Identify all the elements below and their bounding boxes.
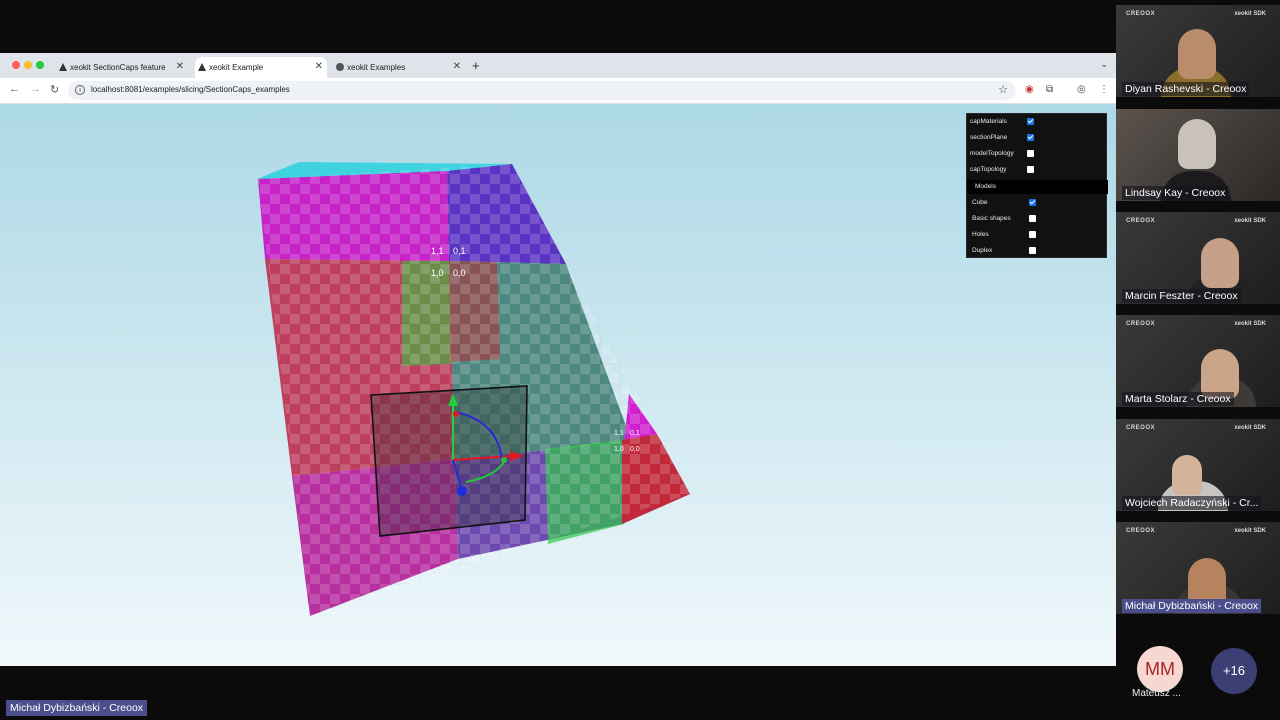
checkbox-holes[interactable] <box>1029 231 1036 238</box>
maximize-window-icon[interactable] <box>36 61 44 69</box>
participant-tile[interactable]: CREOOX xeokit SDK Wojciech Radaczyński -… <box>1116 419 1280 511</box>
participant-name: Lindsay Kay - Creoox <box>1122 186 1229 200</box>
xeokit-favicon-icon <box>198 63 206 71</box>
xeokit-favicon-icon <box>59 63 67 71</box>
close-tab-icon[interactable]: ✕ <box>315 61 323 72</box>
creoox-logo: CREOOX <box>1126 218 1156 224</box>
participant-name: Marta Stolarz - Creoox <box>1122 392 1234 406</box>
tab-sectioncaps-feature[interactable]: xeokit SectionCaps feature ✕ <box>56 57 188 78</box>
participant-name: Marcin Feszter - Creoox <box>1122 289 1241 303</box>
participant-tile[interactable]: CREOOX xeokit SDK Marta Stolarz - Creoox <box>1116 315 1280 407</box>
uv-label: 1,1 <box>614 430 624 437</box>
globe-favicon-icon <box>336 63 344 71</box>
participant-name: Michał Dybizbański - Creoox <box>1122 599 1262 613</box>
option-model-topology[interactable]: modelTopology <box>967 146 1108 162</box>
uv-label: 0,1 <box>630 430 640 437</box>
participant-tile[interactable]: Lindsay Kay - Creoox <box>1116 109 1280 201</box>
participant-name: Diyan Rashevski - Creoox <box>1122 82 1250 96</box>
uv-label: 0,1 <box>453 246 466 256</box>
shared-screen: xeokit SectionCaps feature ✕ xeokit Exam… <box>0 53 1116 666</box>
checkbox-basic-shapes[interactable] <box>1029 215 1036 222</box>
xeokit-logo: xeokit SDK <box>1234 425 1266 431</box>
creoox-logo: CREOOX <box>1126 11 1156 17</box>
checkbox-model-topology[interactable] <box>1027 150 1034 157</box>
browser-toolbar: ← → ↻ i localhost:8081/examples/slicing/… <box>0 78 1116 104</box>
uv-label: 1,0 <box>431 268 444 278</box>
xeokit-logo: xeokit SDK <box>1234 218 1266 224</box>
participant-tile[interactable]: CREOOX xeokit SDK Diyan Rashevski - Creo… <box>1116 5 1280 97</box>
controls-panel: capMaterials sectionPlane modelTopology … <box>966 113 1108 259</box>
back-arrow-icon[interactable]: ← <box>9 83 20 95</box>
extensions-puzzle-icon[interactable]: ⧉ <box>1046 84 1053 95</box>
checkbox-cap-materials[interactable] <box>1027 118 1034 125</box>
uv-label: 0,0 <box>453 268 466 278</box>
uv-label: 1,0 <box>614 446 624 453</box>
xeokit-logo: xeokit SDK <box>1234 528 1266 534</box>
extension-shield-icon[interactable]: ◉ <box>1025 84 1034 95</box>
participant-avatar[interactable]: MM <box>1137 646 1183 692</box>
xeokit-logo: xeokit SDK <box>1234 321 1266 327</box>
tab-search-chevron-icon[interactable]: ⌄ <box>1100 59 1108 70</box>
tab-title: xeokit SectionCaps feature <box>70 63 166 72</box>
participant-tile[interactable]: CREOOX xeokit SDK Marcin Feszter - Creoo… <box>1116 212 1280 304</box>
models-folder[interactable]: Models <box>967 180 1108 194</box>
bookmark-star-icon[interactable]: ☆ <box>998 83 1008 96</box>
person-head <box>1201 238 1239 288</box>
close-tab-icon[interactable]: ✕ <box>453 61 461 72</box>
uv-label: 1,1 <box>431 246 444 256</box>
option-cap-materials[interactable]: capMaterials <box>967 114 1108 130</box>
url-text: localhost:8081/examples/slicing/SectionC… <box>91 85 290 94</box>
xeokit-logo: xeokit SDK <box>1234 11 1266 17</box>
option-cap-topology[interactable]: capTopology <box>967 162 1108 178</box>
reload-icon[interactable]: ↻ <box>50 83 59 96</box>
person-head <box>1178 119 1216 169</box>
close-tab-icon[interactable]: ✕ <box>176 61 184 72</box>
checkbox-duplex[interactable] <box>1029 247 1036 254</box>
checkbox-cap-topology[interactable] <box>1027 166 1034 173</box>
person-head <box>1178 29 1216 79</box>
more-participants-button[interactable]: +16 <box>1211 648 1257 694</box>
new-tab-button[interactable]: + <box>472 58 480 73</box>
model-basic-shapes[interactable]: Basic shapes <box>967 211 1108 227</box>
site-info-icon[interactable]: i <box>75 85 85 95</box>
uv-label: 0,0 <box>630 446 640 453</box>
minimize-window-icon[interactable] <box>24 61 32 69</box>
model-duplex[interactable]: Duplex <box>967 243 1108 259</box>
tab-xeokit-example[interactable]: xeokit Example ✕ <box>195 57 327 78</box>
participant-avatar-name: Mateusz ... <box>1132 688 1181 699</box>
participant-tile-active[interactable]: CREOOX xeokit SDK Michał Dybizbański - C… <box>1116 522 1280 614</box>
close-window-icon[interactable] <box>12 61 20 69</box>
forward-arrow-icon[interactable]: → <box>30 83 41 95</box>
checkbox-cube[interactable] <box>1029 199 1036 206</box>
checkbox-section-plane[interactable] <box>1027 134 1034 141</box>
profile-icon[interactable]: ◎ <box>1077 84 1086 95</box>
creoox-logo: CREOOX <box>1126 321 1156 327</box>
model-cube[interactable]: Cube <box>967 195 1108 211</box>
scene-graphic <box>257 162 690 616</box>
active-speaker-label: Michał Dybizbański - Creoox <box>6 700 148 716</box>
tab-xeokit-examples[interactable]: xeokit Examples ✕ <box>333 57 465 78</box>
option-section-plane[interactable]: sectionPlane <box>967 130 1108 146</box>
browser-tab-bar: xeokit SectionCaps feature ✕ xeokit Exam… <box>0 53 1116 78</box>
participant-name: Wojciech Radaczyński - Cr... <box>1122 496 1262 510</box>
creoox-logo: CREOOX <box>1126 528 1156 534</box>
browser-menu-icon[interactable]: ⋮ <box>1099 84 1109 95</box>
3d-viewer-canvas[interactable]: 1,1 0,1 1,0 0,0 1,1 0,1 1,0 0,0 capMater… <box>0 104 1116 666</box>
model-holes[interactable]: Holes <box>967 227 1108 243</box>
person-head <box>1172 455 1202 495</box>
tab-title: xeokit Example <box>209 63 264 72</box>
creoox-logo: CREOOX <box>1126 425 1156 431</box>
address-bar[interactable]: i localhost:8081/examples/slicing/Sectio… <box>68 81 1016 100</box>
tab-title: xeokit Examples <box>347 63 406 72</box>
